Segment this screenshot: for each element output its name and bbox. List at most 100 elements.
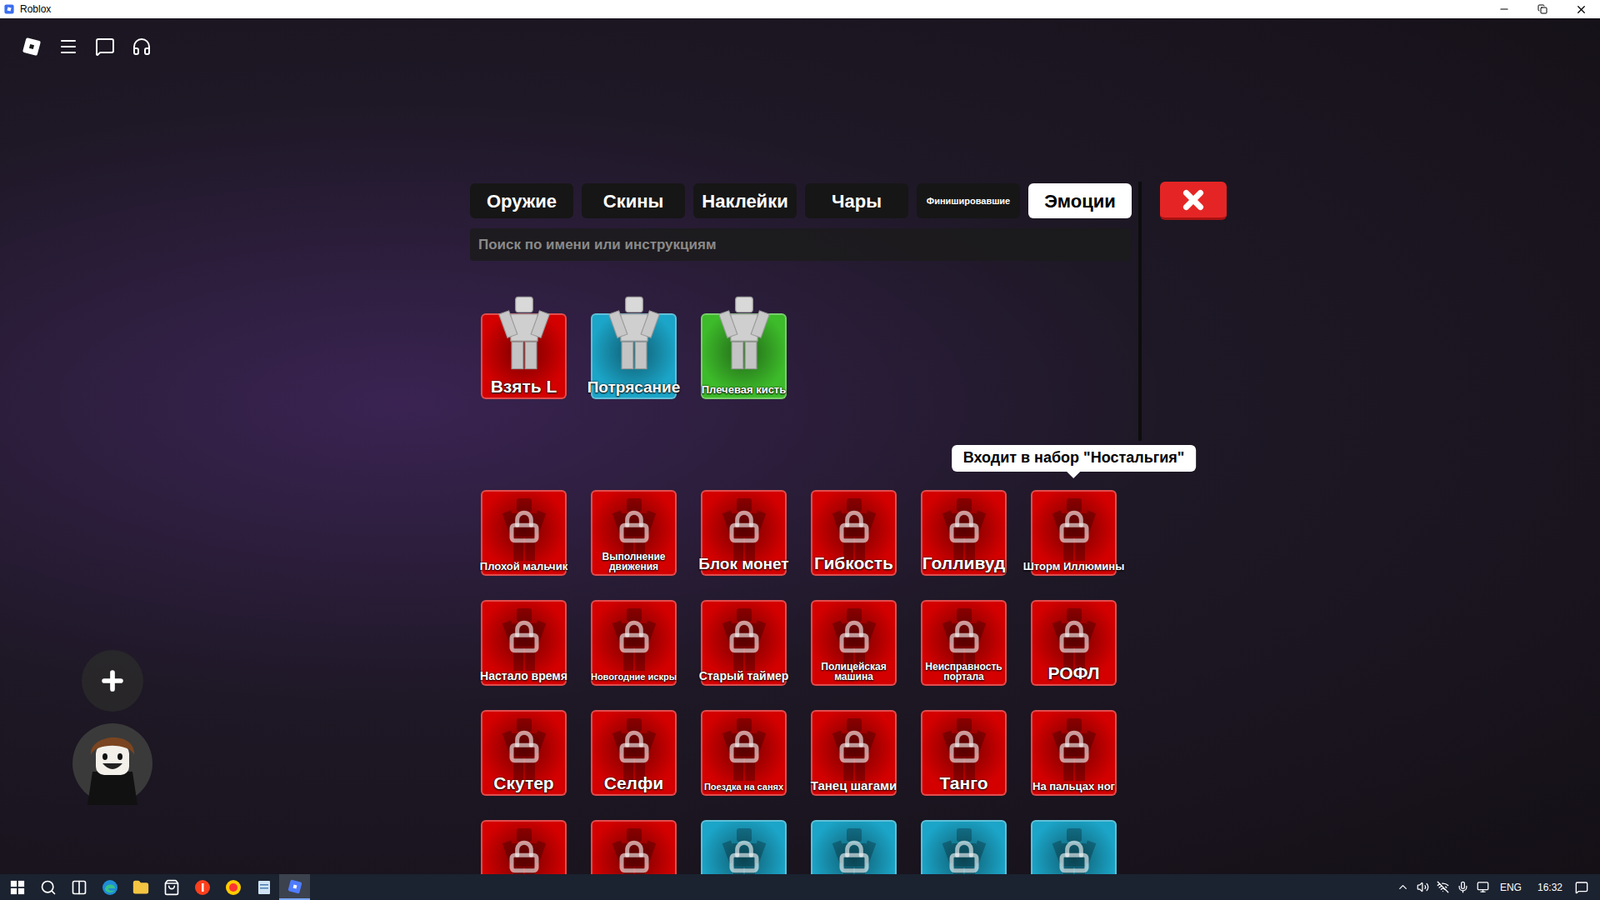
lock-icon (947, 620, 981, 654)
tab-bar: ОружиеСкиныНаклейкиЧарыФинишировавшиеЭмо… (470, 183, 1132, 219)
chat-icon[interactable] (95, 36, 115, 57)
emote-card[interactable] (700, 820, 787, 875)
tab[interactable]: Оружие (470, 183, 574, 219)
emote-silhouette-icon (1048, 716, 1100, 784)
emote-grid: Плохой мальчик Выполнение движения Блок мо… (470, 490, 1132, 875)
equipped-emote-card[interactable]: Плечевая кисть (700, 313, 787, 400)
close-window-button[interactable] (1561, 0, 1600, 19)
search-input[interactable] (478, 234, 1124, 256)
system-tray: ENG 16:32 (1396, 880, 1600, 895)
windows-logo-icon (10, 880, 25, 895)
restore-button[interactable] (1523, 0, 1562, 19)
equipped-emote-card[interactable]: Потрясание (590, 313, 677, 400)
tab[interactable]: Наклейки (693, 183, 797, 219)
emote-card[interactable]: Плохой мальчик (480, 490, 567, 576)
emote-label: Плохой мальчик (472, 560, 575, 573)
emote-card[interactable]: Выполнение движения (590, 490, 677, 576)
emote-card[interactable] (480, 820, 567, 875)
taskbar-app[interactable] (32, 874, 64, 900)
hamburger-menu-icon[interactable] (58, 36, 79, 57)
tab[interactable]: Финишировавшие (916, 183, 1020, 219)
roblox-window-icon (3, 3, 15, 15)
emote-card[interactable]: Голливуд (920, 490, 1007, 576)
microphone-icon[interactable] (1456, 880, 1470, 894)
emote-silhouette-icon (1048, 826, 1100, 875)
search-bar (470, 228, 1132, 261)
emote-card[interactable]: Поездка на санях (700, 710, 787, 796)
emote-silhouette-icon (498, 826, 550, 875)
emote-label: Выполнение движения (582, 551, 685, 573)
emote-silhouette-icon (1048, 496, 1100, 564)
tab[interactable]: Скины (581, 183, 685, 219)
tooltip-text: Входит в набор "Ностальгия" (951, 445, 1197, 472)
inventory-panel: ОружиеСкиныНаклейкиЧарыФинишировавшиеЭмо… (470, 183, 1132, 875)
lock-icon (507, 510, 541, 544)
emote-label: Старый таймер (692, 670, 795, 683)
lock-icon (1057, 620, 1091, 654)
emote-label: Потрясание (582, 379, 685, 396)
emote-label: Шторм Иллюмины (1022, 560, 1125, 573)
emote-card[interactable]: На пальцах ног (1030, 710, 1117, 796)
emote-card[interactable]: Настало время (480, 600, 567, 686)
lock-icon (617, 840, 651, 874)
lock-icon (617, 730, 651, 764)
taskbar-app[interactable] (94, 874, 125, 900)
taskbar-app[interactable] (217, 874, 249, 900)
emote-card[interactable]: Блок монет (700, 490, 787, 576)
emote-card[interactable]: Входит в набор "Ностальгия"Шторм Иллюмин… (1030, 490, 1117, 576)
edge-icon (101, 879, 119, 896)
notes-icon (255, 879, 273, 896)
yandex-icon (194, 879, 211, 896)
scrollbar[interactable] (1138, 181, 1142, 441)
clock[interactable]: 16:32 (1532, 880, 1568, 895)
lock-icon (617, 620, 651, 654)
network-icon[interactable] (1436, 880, 1450, 894)
volume-icon[interactable] (1416, 880, 1430, 894)
taskbar-app[interactable] (279, 874, 310, 900)
add-button[interactable] (81, 650, 144, 712)
emote-card[interactable]: Скутер (480, 710, 567, 796)
equipped-emote-card[interactable]: Взять L (480, 313, 567, 400)
emote-card[interactable] (590, 820, 677, 875)
close-menu-button[interactable] (1160, 181, 1227, 220)
tab[interactable]: Эмоции (1028, 183, 1132, 219)
tab[interactable]: Чары (805, 183, 909, 219)
emote-label: Неисправность портала (912, 661, 1015, 683)
taskbar-app[interactable] (186, 874, 218, 900)
emote-label: Новогодние искры (582, 672, 685, 683)
roblox-logo-icon[interactable] (21, 36, 42, 57)
emote-card[interactable] (810, 820, 897, 875)
emote-card[interactable]: Полицейская машина (810, 600, 897, 686)
minimize-button[interactable] (1485, 0, 1524, 19)
emote-card[interactable]: Старый таймер (700, 600, 787, 686)
emote-silhouette-icon (718, 496, 770, 564)
emote-card[interactable]: Гибкость (810, 490, 897, 576)
emote-card[interactable]: Танго (920, 710, 1007, 796)
emote-card[interactable] (1030, 820, 1117, 875)
emote-card[interactable]: Селфи (590, 710, 677, 796)
lock-icon (1057, 510, 1091, 544)
taskbar-app[interactable] (155, 874, 187, 900)
notifications-icon[interactable] (1575, 880, 1589, 895)
search-icon (40, 879, 57, 896)
emote-card[interactable]: РОФЛ (1030, 600, 1117, 686)
emote-card[interactable] (920, 820, 1007, 875)
taskbar-app[interactable] (63, 874, 95, 900)
emote-silhouette-icon (828, 716, 880, 784)
lock-icon (1057, 840, 1091, 874)
emote-silhouette-icon (498, 496, 550, 564)
emote-card[interactable]: Танец шагами (810, 710, 897, 796)
game-viewport: ОружиеСкиныНаклейкиЧарыФинишировавшиеЭмо… (0, 18, 1600, 875)
display-icon[interactable] (1476, 880, 1490, 894)
voice-icon[interactable] (131, 36, 152, 57)
emote-card[interactable]: Неисправность портала (920, 600, 1007, 686)
taskbar-app[interactable] (1, 874, 33, 900)
emote-card[interactable]: Новогодние искры (590, 600, 677, 686)
taskbar-app[interactable] (125, 874, 156, 900)
taskbar-app[interactable] (248, 874, 280, 900)
language-indicator[interactable]: ENG (1496, 880, 1525, 895)
emote-label: Селфи (582, 774, 685, 793)
tray-expand-icon[interactable] (1396, 880, 1410, 894)
avatar-icon[interactable] (70, 721, 155, 805)
emote-label: Настало время (472, 670, 575, 683)
